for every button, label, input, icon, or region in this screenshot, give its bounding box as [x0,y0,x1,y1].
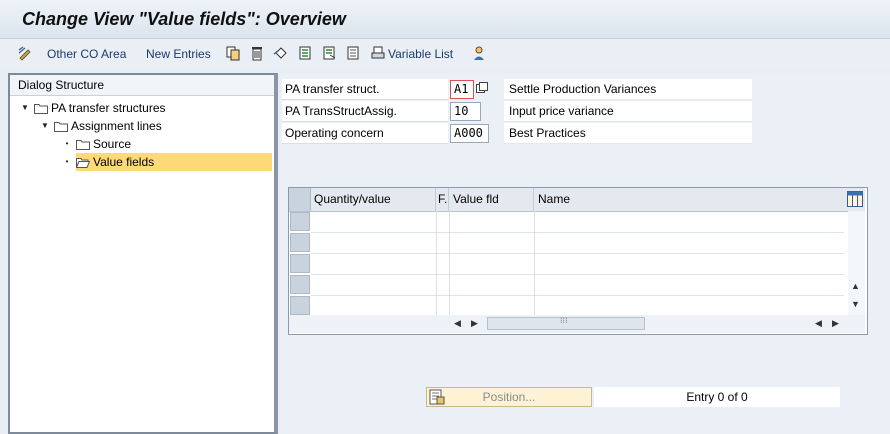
pa-transfer-struct-field[interactable]: A1 [450,80,474,99]
scroll-right-icon[interactable]: ▶ [471,318,478,329]
scroll-right-icon[interactable]: ▶ [832,318,839,329]
column-divider [449,211,450,315]
operating-concern-description: Best Practices [504,123,752,144]
tree-node-pa-transfer-structures[interactable]: ▼ PA transfer structures [20,99,166,117]
column-header-quantity-value[interactable]: Quantity/value [310,188,436,211]
tree-label: PA transfer structures [51,101,166,115]
select-all-icon[interactable] [296,44,314,62]
value-help-icon[interactable] [476,82,488,94]
variable-list-button[interactable]: Variable List [388,45,453,63]
tree-label: Source [93,137,132,151]
page-title: Change View "Value fields": Overview [22,9,346,29]
bullet-icon: • [65,157,69,166]
delete-icon[interactable] [248,44,266,62]
folder-icon [54,121,68,132]
column-header-f[interactable]: F. [436,188,449,211]
table-row[interactable] [311,295,844,317]
scroll-down-icon[interactable]: ▼ [851,299,860,309]
value-fields-table: Quantity/value F. Value fld Name ▲ ▼ ◀ ▶… [288,187,868,335]
dialog-structure-panel: Dialog Structure ▼ PA transfer structure… [8,73,278,434]
title-bar: Change View "Value fields": Overview [0,0,890,39]
column-divider [534,211,535,315]
vertical-scrollbar[interactable]: ▲ ▼ [848,211,865,315]
position-button-label: Position... [482,390,536,404]
folder-icon [34,103,48,114]
select-block-icon[interactable] [320,44,338,62]
application-toolbar: Other CO Area New Entries Variable List [0,39,890,69]
other-user-icon[interactable] [470,44,488,62]
row-selector[interactable] [290,212,310,231]
folder-icon [76,139,90,150]
pa-transstructassig-label: PA TransStructAssig. [282,101,448,122]
dialog-structure-heading: Dialog Structure [10,75,274,96]
table-row[interactable] [311,211,844,233]
pa-transstructassig-field[interactable]: 10 [450,102,481,121]
operating-concern-field[interactable]: A000 [450,124,489,143]
deselect-all-icon[interactable] [344,44,362,62]
table-row[interactable] [311,253,844,275]
tree-label: Assignment lines [71,119,162,133]
scroll-left-icon[interactable]: ◀ [454,318,461,329]
new-entries-button[interactable]: New Entries [146,45,211,63]
scroll-left-icon[interactable]: ◀ [815,318,822,329]
entry-counter: Entry 0 of 0 [594,387,840,407]
table-row[interactable] [311,274,844,296]
bullet-icon: • [65,139,69,148]
horizontal-scrollbar[interactable]: ◀ ▶ ⁝⁝⁝ ◀ ▶ [289,315,865,333]
folder-open-icon [76,157,90,168]
scroll-up-icon[interactable]: ▲ [851,281,860,291]
tree-label: Value fields [93,155,155,169]
operating-concern-label: Operating concern [282,123,448,144]
selected-node-highlight: Value fields [76,153,272,171]
grip-icon: ⁝⁝⁝ [560,316,568,325]
table-header: Quantity/value F. Value fld Name [289,188,865,212]
select-all-rows-button[interactable] [289,188,311,211]
pa-transfer-struct-description: Settle Production Variances [504,79,752,100]
pa-transstructassig-description: Input price variance [504,101,752,122]
copy-as-icon[interactable] [224,44,242,62]
display-change-icon[interactable] [16,44,34,62]
row-selector[interactable] [290,275,310,294]
row-selector[interactable] [290,254,310,273]
undo-change-icon[interactable] [272,44,290,62]
expand-down-icon[interactable]: ▼ [20,99,30,117]
pa-transfer-struct-label: PA transfer struct. [282,79,448,100]
row-selector[interactable] [290,233,310,252]
tree-node-value-fields[interactable]: • Value fields [62,153,272,171]
other-co-area-button[interactable]: Other CO Area [47,45,126,63]
table-settings-icon[interactable] [847,191,863,207]
horizontal-scroll-thumb[interactable]: ⁝⁝⁝ [487,316,645,330]
print-icon[interactable] [369,44,387,62]
row-selector[interactable] [290,296,310,315]
column-divider [436,211,437,315]
tree-node-source[interactable]: • Source [62,135,131,153]
column-header-name[interactable]: Name [534,188,848,211]
position-button[interactable]: Position... [426,387,592,407]
column-header-value-fld[interactable]: Value fld [449,188,534,211]
expand-down-icon[interactable]: ▼ [40,117,50,135]
tree-node-assignment-lines[interactable]: ▼ Assignment lines [40,117,162,135]
table-row[interactable] [311,232,844,254]
